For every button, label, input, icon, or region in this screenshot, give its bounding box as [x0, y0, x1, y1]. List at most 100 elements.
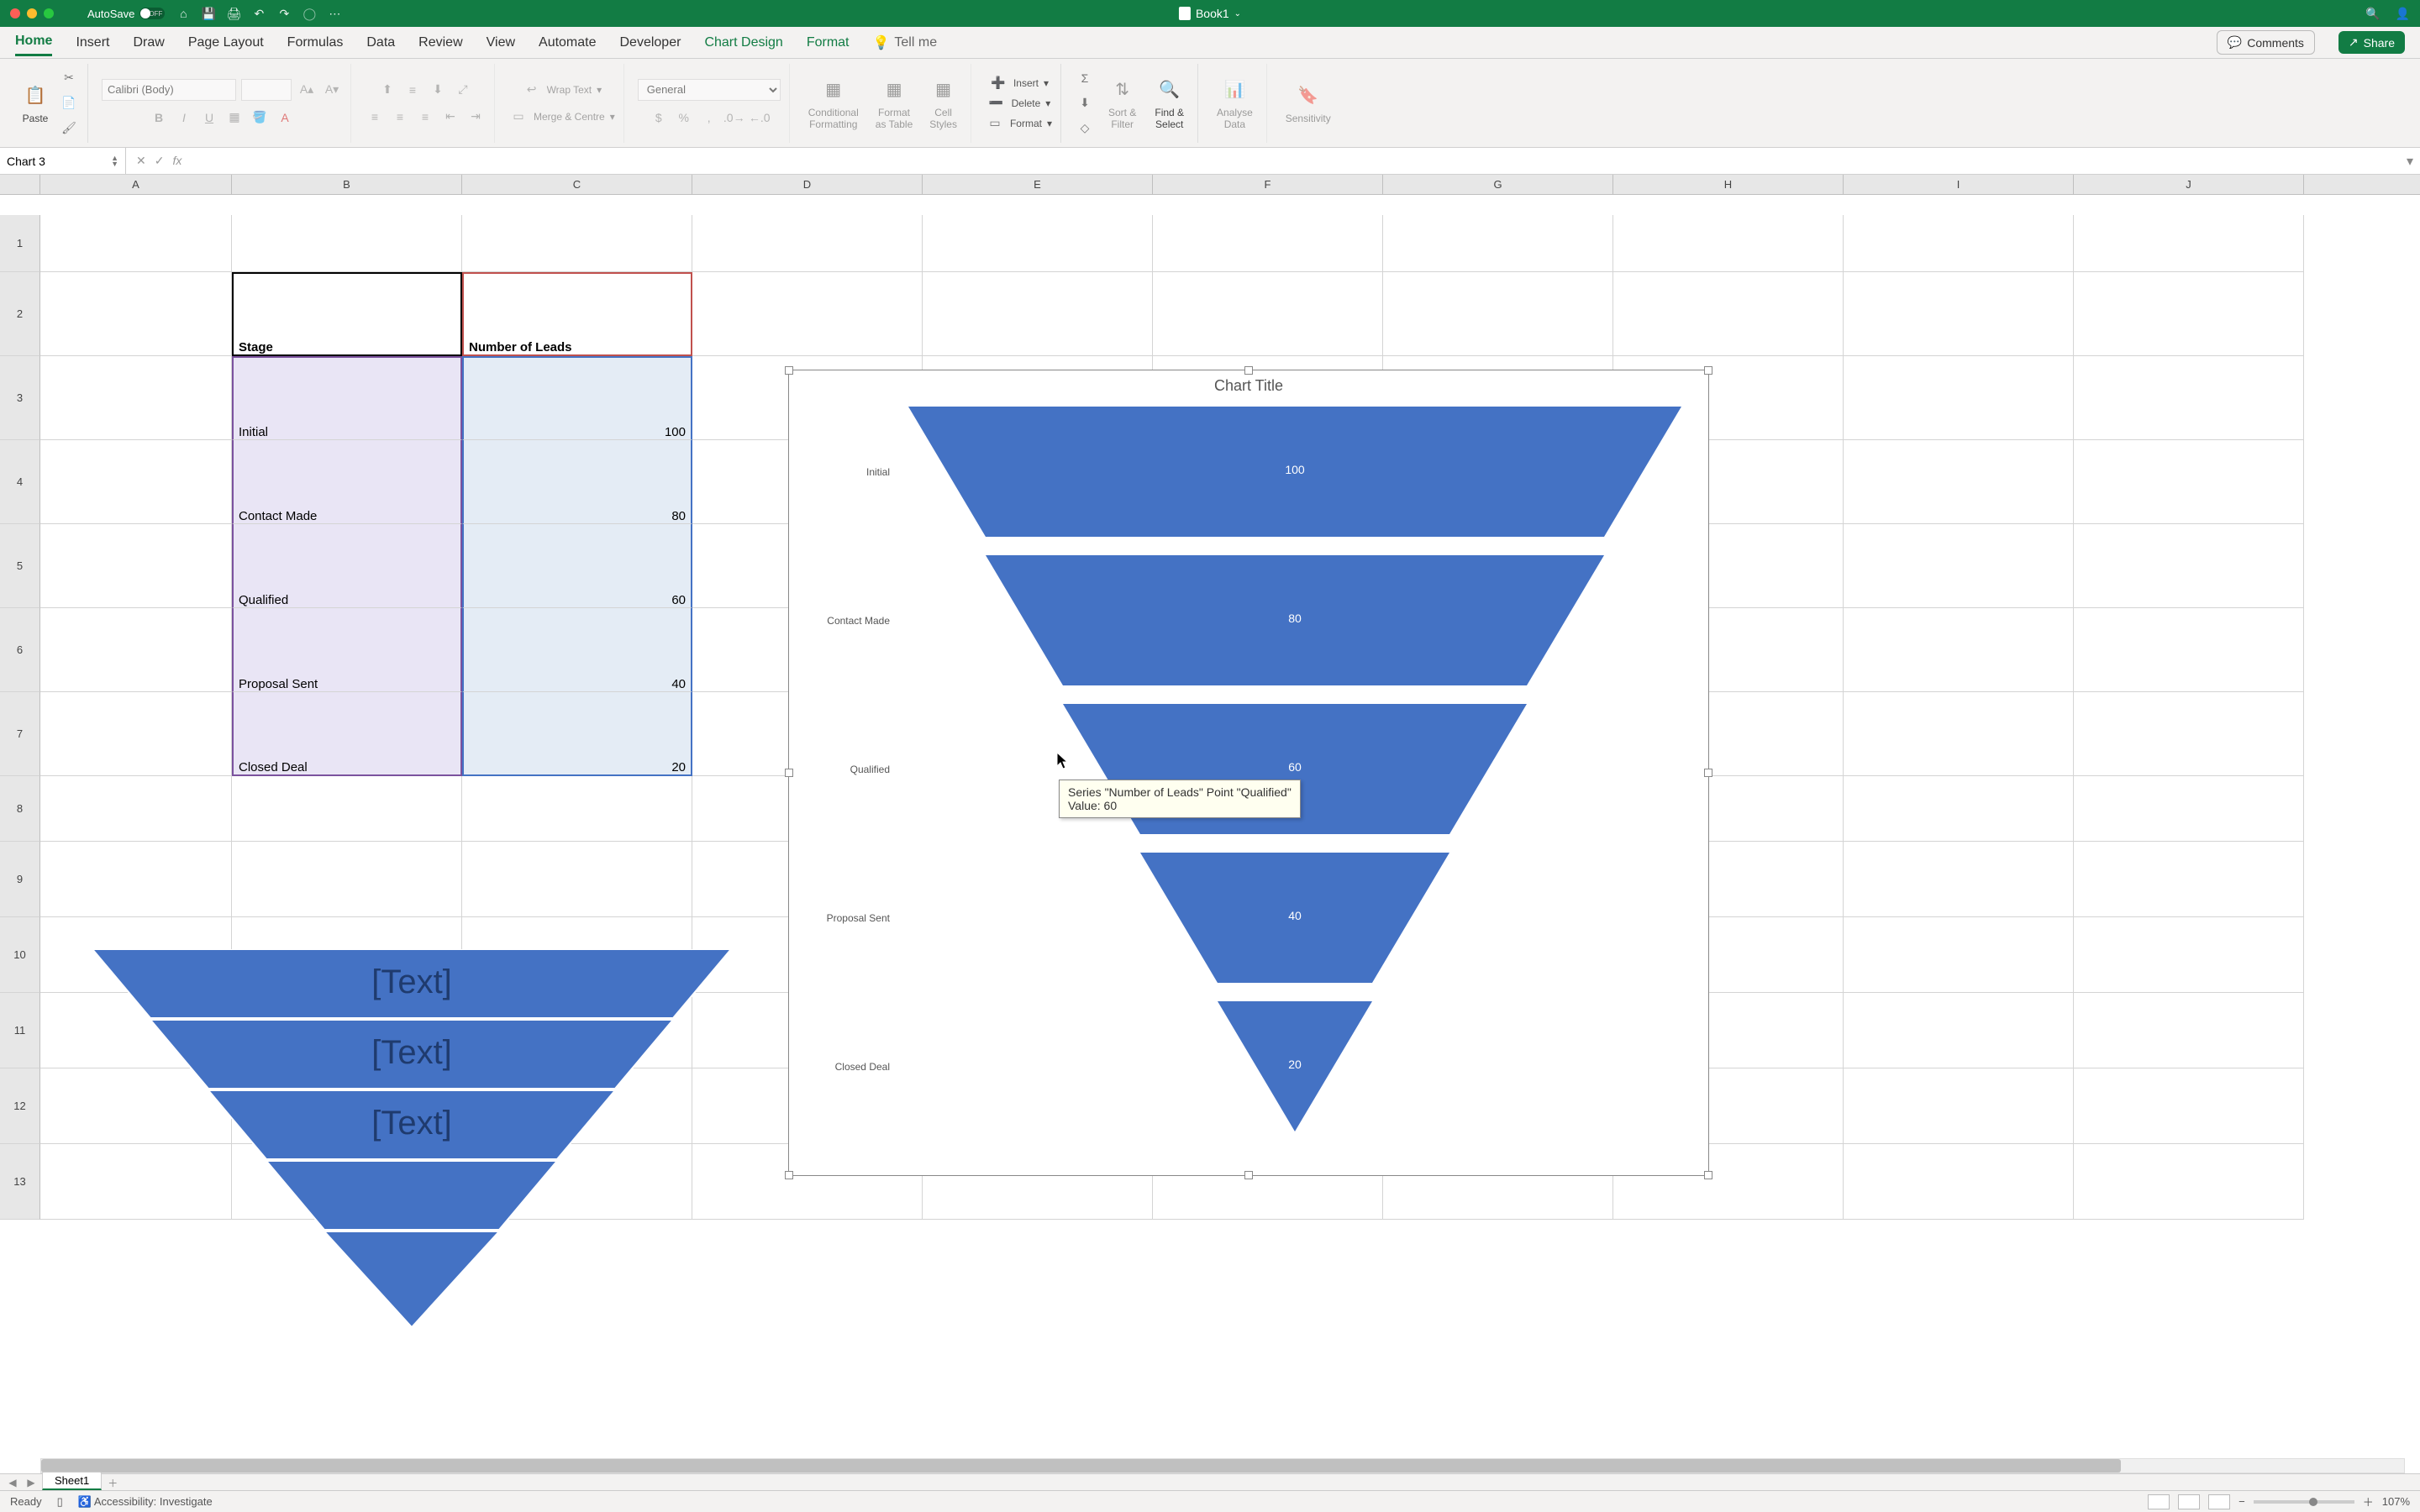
align-center-icon[interactable]: ≡ [390, 107, 410, 127]
cell-J5[interactable] [2074, 524, 2304, 608]
cell-styles-button[interactable]: ▦Cell Styles [924, 73, 962, 134]
cell-B2[interactable]: Stage [232, 272, 462, 356]
font-color-button[interactable]: A [275, 108, 295, 128]
zoom-out-icon[interactable]: − [2238, 1495, 2245, 1508]
tab-automate[interactable]: Automate [539, 30, 596, 55]
expand-formula-bar-icon[interactable]: ▾ [2400, 153, 2420, 170]
row-header-1[interactable]: 1 [0, 215, 40, 272]
row-header-5[interactable]: 5 [0, 524, 40, 608]
column-header-F[interactable]: F [1153, 175, 1383, 194]
conditional-formatting-button[interactable]: ▦Conditional Formatting [803, 73, 864, 134]
zoom-slider[interactable] [2254, 1500, 2354, 1504]
cell-H1[interactable] [1613, 215, 1844, 272]
cell-C4[interactable]: 80 [462, 440, 692, 524]
fill-color-button[interactable]: 🪣 [250, 108, 270, 128]
column-header-B[interactable]: B [232, 175, 462, 194]
cell-B1[interactable] [232, 215, 462, 272]
cell-C9[interactable] [462, 842, 692, 917]
name-box[interactable]: Chart 3 ▲▼ [0, 148, 126, 174]
row-header-10[interactable]: 10 [0, 917, 40, 993]
cell-E2[interactable] [923, 272, 1153, 356]
decrease-indent-icon[interactable]: ⇤ [440, 107, 460, 127]
tab-formulas[interactable]: Formulas [287, 30, 344, 55]
zoom-window-button[interactable] [44, 8, 54, 18]
cell-J11[interactable] [2074, 993, 2304, 1068]
smartart-text-1[interactable]: [Text] [371, 963, 452, 1000]
underline-button[interactable]: U [199, 108, 219, 128]
cell-A7[interactable] [40, 692, 232, 776]
tab-view[interactable]: View [487, 30, 515, 55]
row-header-8[interactable]: 8 [0, 776, 40, 842]
fx-icon[interactable]: fx [172, 154, 182, 168]
tab-chart-design[interactable]: Chart Design [704, 30, 782, 55]
sheet-tab-sheet1[interactable]: Sheet1 [42, 1472, 102, 1490]
tab-draw[interactable]: Draw [133, 30, 164, 55]
cell-J7[interactable] [2074, 692, 2304, 776]
account-icon[interactable]: 👤 [2396, 7, 2410, 21]
comma-icon[interactable]: , [699, 108, 719, 128]
zoom-in-icon[interactable]: ＋ [2363, 1494, 2374, 1509]
cut-icon[interactable]: ✂ [59, 68, 79, 88]
funnel-plot-area[interactable]: Initial100Contact Made80Qualified60Propo… [789, 398, 1708, 1148]
row-header-3[interactable]: 3 [0, 356, 40, 440]
border-button[interactable]: ▦ [224, 108, 245, 128]
cell-I4[interactable] [1844, 440, 2074, 524]
cell-J10[interactable] [2074, 917, 2304, 993]
minimize-window-button[interactable] [27, 8, 37, 18]
analyse-data-button[interactable]: 📊Analyse Data [1212, 73, 1258, 134]
accessibility-status[interactable]: ♿ Accessibility: Investigate [78, 1495, 213, 1509]
column-header-H[interactable]: H [1613, 175, 1844, 194]
cancel-formula-icon[interactable]: ✕ [136, 154, 146, 168]
cell-J1[interactable] [2074, 215, 2304, 272]
comments-button[interactable]: 💬Comments [2217, 30, 2315, 55]
cell-J12[interactable] [2074, 1068, 2304, 1144]
tab-page-layout[interactable]: Page Layout [188, 30, 264, 55]
enter-formula-icon[interactable]: ✓ [155, 154, 165, 168]
font-size-combo[interactable] [241, 79, 292, 101]
sheet-nav-next-icon[interactable]: ▶ [24, 1475, 39, 1490]
column-header-E[interactable]: E [923, 175, 1153, 194]
cell-B3[interactable]: Initial [232, 356, 462, 440]
autosave-toggle[interactable]: AutoSave OFF [87, 8, 165, 20]
normal-view-button[interactable] [2148, 1494, 2170, 1509]
cell-B9[interactable] [232, 842, 462, 917]
redo-icon[interactable]: ↷ [277, 7, 291, 20]
macro-record-icon[interactable]: ▯ [57, 1495, 63, 1509]
number-format-combo[interactable]: General [638, 79, 781, 101]
cell-I11[interactable] [1844, 993, 2074, 1068]
row-header-11[interactable]: 11 [0, 993, 40, 1068]
cell-A3[interactable] [40, 356, 232, 440]
row-header-12[interactable]: 12 [0, 1068, 40, 1144]
row-header-2[interactable]: 2 [0, 272, 40, 356]
cell-A5[interactable] [40, 524, 232, 608]
increase-font-icon[interactable]: A▴ [297, 80, 317, 100]
decrease-font-icon[interactable]: A▾ [322, 80, 342, 100]
autosave-switch[interactable]: OFF [139, 8, 165, 19]
cell-C7[interactable]: 20 [462, 692, 692, 776]
cell-D2[interactable] [692, 272, 923, 356]
autosum-icon[interactable]: Σ [1075, 68, 1095, 88]
tell-me[interactable]: 💡Tell me [872, 34, 937, 51]
align-right-icon[interactable]: ≡ [415, 107, 435, 127]
page-layout-view-button[interactable] [2178, 1494, 2200, 1509]
cell-J6[interactable] [2074, 608, 2304, 692]
cell-I13[interactable] [1844, 1144, 2074, 1220]
cell-I10[interactable] [1844, 917, 2074, 993]
fill-icon[interactable]: ⬇ [1075, 93, 1095, 113]
align-bottom-icon[interactable]: ⬇ [428, 80, 448, 100]
cell-I12[interactable] [1844, 1068, 2074, 1144]
sync-icon[interactable]: ◯ [302, 7, 316, 20]
cell-E1[interactable] [923, 215, 1153, 272]
cell-I6[interactable] [1844, 608, 2074, 692]
funnel-row-1[interactable]: Contact Made80 [797, 555, 1691, 685]
increase-indent-icon[interactable]: ⇥ [466, 107, 486, 127]
save-icon[interactable]: 💾 [202, 7, 215, 20]
row-header-6[interactable]: 6 [0, 608, 40, 692]
smartart-text-2[interactable]: [Text] [371, 1034, 452, 1071]
scrollbar-thumb[interactable] [41, 1459, 2121, 1473]
delete-cells-icon[interactable]: ➖ [986, 93, 1007, 113]
format-as-table-button[interactable]: ▦Format as Table [871, 73, 918, 134]
cell-H2[interactable] [1613, 272, 1844, 356]
cell-G2[interactable] [1383, 272, 1613, 356]
tab-data[interactable]: Data [366, 30, 395, 55]
